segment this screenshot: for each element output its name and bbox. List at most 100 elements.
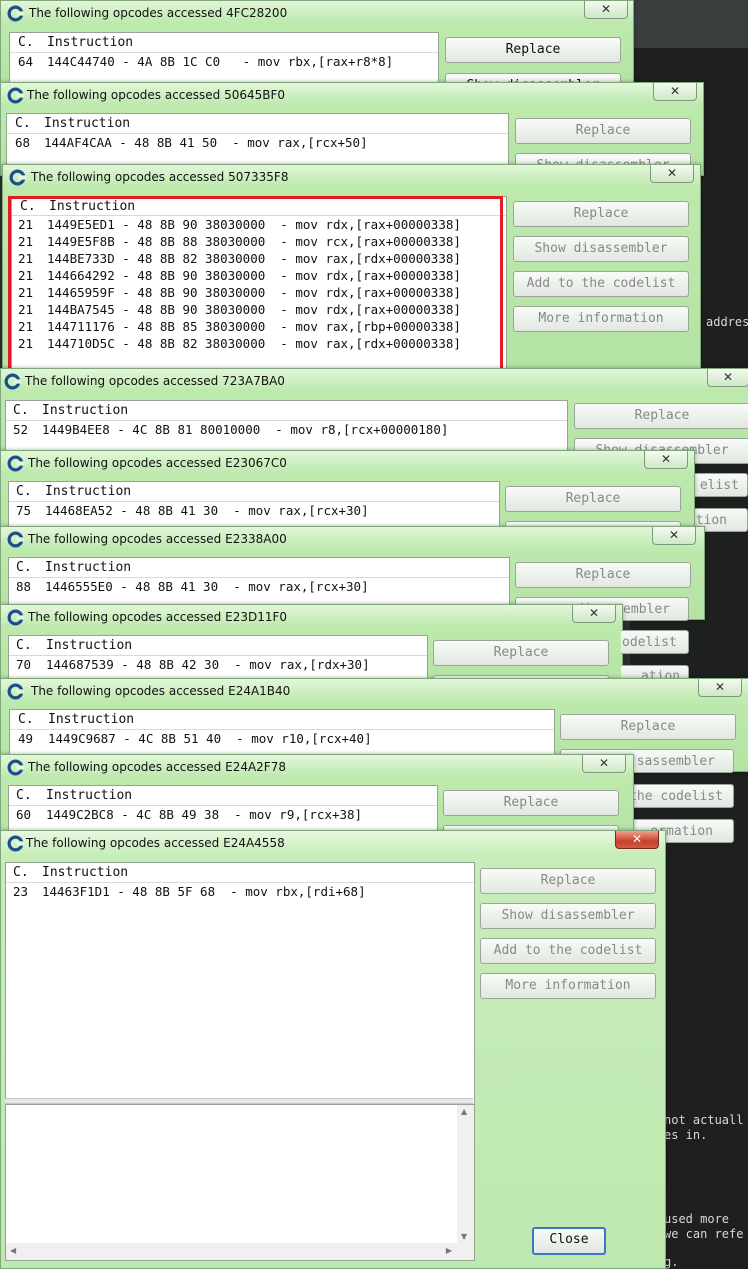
list-item[interactable]: 88 1446555E0 - 48 8B 41 30 - mov rax,[rcx… bbox=[9, 578, 509, 595]
replace-button[interactable]: Replace bbox=[433, 640, 609, 666]
list-header: C. Instruction bbox=[9, 786, 437, 806]
list-item[interactable]: 70 144687539 - 48 8B 42 30 - mov rax,[rdx… bbox=[9, 656, 427, 673]
add-to-codelist-button[interactable]: Add to the codelist bbox=[480, 938, 656, 964]
replace-button[interactable]: Replace bbox=[560, 714, 736, 740]
horizontal-scrollbar[interactable]: ◀ ▶ bbox=[6, 1243, 474, 1260]
show-disassembler-button[interactable]: Show disassembler bbox=[513, 236, 689, 262]
cheat-engine-icon bbox=[7, 531, 24, 548]
list-item[interactable]: 23 14463F1D1 - 48 8B 5F 68 - mov rbx,[rdi… bbox=[6, 883, 474, 900]
close-icon[interactable]: ✕ bbox=[650, 165, 694, 183]
count-column-header[interactable]: C. bbox=[13, 865, 29, 880]
instruction-column-header[interactable]: Instruction bbox=[46, 788, 132, 803]
replace-button[interactable]: Replace bbox=[445, 37, 621, 63]
close-button[interactable]: Close bbox=[532, 1227, 606, 1255]
cheat-engine-icon bbox=[7, 455, 24, 472]
instruction-column-header[interactable]: Instruction bbox=[48, 712, 134, 727]
window-title: The following opcodes accessed E23067C0 bbox=[28, 456, 287, 470]
count-column-header[interactable]: C. bbox=[13, 403, 29, 418]
window-title: The following opcodes accessed 723A7BA0 bbox=[25, 374, 285, 388]
window-title: The following opcodes accessed 50645BF0 bbox=[27, 88, 286, 102]
opcodes-window-4FC28200: The following opcodes accessed 4FC28200 … bbox=[0, 0, 634, 99]
count-column-header[interactable]: C. bbox=[15, 116, 31, 131]
close-icon[interactable]: ✕ bbox=[707, 369, 748, 387]
replace-button[interactable]: Replace bbox=[443, 790, 619, 816]
list-header: C. Instruction bbox=[9, 558, 509, 578]
replace-button[interactable]: Replace bbox=[574, 403, 748, 429]
details-text-area[interactable]: ▲ ▼ ◀ ▶ bbox=[5, 1104, 475, 1261]
instruction-column-header[interactable]: Instruction bbox=[42, 865, 128, 880]
close-icon[interactable]: ✕ bbox=[644, 451, 688, 469]
window-title: The following opcodes accessed E24A1B40 bbox=[31, 684, 291, 698]
instruction-column-header[interactable]: Instruction bbox=[47, 35, 133, 50]
instruction-column-header[interactable]: Instruction bbox=[42, 403, 128, 418]
instruction-column-header[interactable]: Instruction bbox=[45, 484, 131, 499]
close-icon[interactable]: ✕ bbox=[584, 1, 628, 19]
window-title: The following opcodes accessed E24A4558 bbox=[26, 836, 285, 850]
scroll-down-icon[interactable]: ▼ bbox=[461, 1232, 467, 1241]
list-item[interactable]: 64 144C44740 - 4A 8B 1C C0 - mov rbx,[rax… bbox=[10, 53, 438, 70]
cheat-engine-icon bbox=[7, 609, 24, 626]
instruction-column-header[interactable]: Instruction bbox=[44, 116, 130, 131]
close-icon[interactable]: ✕ bbox=[615, 831, 659, 849]
list-item[interactable]: 52 1449B4EE8 - 4C 8B 81 80010000 - mov r8… bbox=[6, 421, 567, 438]
show-disassembler-button[interactable]: Show disassembler bbox=[480, 903, 656, 929]
title-bar[interactable]: The following opcodes accessed 723A7BA0 … bbox=[1, 369, 748, 395]
more-information-button[interactable]: ation bbox=[621, 665, 689, 679]
background-text: g. bbox=[664, 1255, 679, 1269]
background-text: es in. bbox=[664, 1128, 708, 1142]
count-column-header[interactable]: C. bbox=[16, 560, 32, 575]
count-column-header[interactable]: C. bbox=[16, 788, 32, 803]
scroll-left-icon[interactable]: ◀ bbox=[10, 1246, 16, 1255]
instruction-column-header[interactable]: Instruction bbox=[45, 560, 131, 575]
background-text: not actuall bbox=[664, 1113, 744, 1127]
opcodes-window-723A7BA0: The following opcodes accessed 723A7BA0 … bbox=[0, 368, 748, 532]
title-bar[interactable]: The following opcodes accessed E23067C0 … bbox=[1, 451, 694, 477]
replace-button[interactable]: Replace bbox=[480, 868, 656, 894]
more-information-button[interactable]: More information bbox=[513, 306, 689, 332]
list-item[interactable]: 75 14468EA52 - 48 8B 41 30 - mov rax,[rcx… bbox=[9, 502, 499, 519]
list-item[interactable]: 60 1449C2BC8 - 4C 8B 49 38 - mov r9,[rcx+… bbox=[9, 806, 437, 823]
scroll-up-icon[interactable]: ▲ bbox=[461, 1107, 467, 1116]
list-item[interactable]: 49 1449C9687 - 4C 8B 51 40 - mov r10,[rcx… bbox=[10, 730, 554, 747]
scroll-right-icon[interactable]: ▶ bbox=[446, 1246, 452, 1255]
close-icon[interactable]: ✕ bbox=[572, 605, 616, 623]
list-header: C. Instruction bbox=[10, 710, 554, 730]
cheat-engine-icon bbox=[7, 759, 24, 776]
close-icon[interactable]: ✕ bbox=[698, 679, 742, 697]
close-icon[interactable]: ✕ bbox=[582, 755, 626, 773]
more-information-button[interactable]: More information bbox=[480, 973, 656, 999]
window-title: The following opcodes accessed 507335F8 bbox=[31, 170, 289, 184]
title-bar[interactable]: The following opcodes accessed 507335F8 … bbox=[3, 165, 700, 191]
count-column-header[interactable]: C. bbox=[16, 484, 32, 499]
close-icon[interactable]: ✕ bbox=[652, 527, 696, 545]
list-header: C. Instruction bbox=[9, 636, 427, 656]
title-bar[interactable]: The following opcodes accessed E24A4558 … bbox=[1, 831, 665, 857]
background-text: we can refe bbox=[664, 1227, 744, 1241]
title-bar[interactable]: The following opcodes accessed E2338A00 … bbox=[1, 527, 704, 553]
add-to-codelist-button[interactable]: odelist bbox=[621, 630, 689, 654]
list-item[interactable]: 68 144AF4CAA - 48 8B 41 50 - mov rax,[rcx… bbox=[7, 134, 508, 151]
list-header: C. Instruction bbox=[10, 33, 438, 53]
replace-button[interactable]: Replace bbox=[513, 201, 689, 227]
replace-button[interactable]: Replace bbox=[515, 118, 691, 144]
vertical-scrollbar[interactable]: ▲ ▼ bbox=[457, 1105, 474, 1243]
red-highlight-box bbox=[8, 196, 503, 372]
close-icon[interactable]: ✕ bbox=[653, 83, 697, 101]
title-bar[interactable]: The following opcodes accessed 4FC28200 … bbox=[1, 1, 633, 27]
list-header: C. Instruction bbox=[9, 482, 499, 502]
title-bar[interactable]: The following opcodes accessed E23D11F0 … bbox=[1, 605, 622, 631]
title-bar[interactable]: The following opcodes accessed E24A2F78 … bbox=[1, 755, 633, 781]
add-to-codelist-button[interactable]: Add to the codelist bbox=[513, 271, 689, 297]
count-column-header[interactable]: C. bbox=[18, 35, 34, 50]
replace-button[interactable]: Replace bbox=[505, 486, 681, 512]
title-bar[interactable]: The following opcodes accessed 50645BF0 … bbox=[1, 83, 703, 109]
window-title: The following opcodes accessed E23D11F0 bbox=[28, 610, 288, 624]
count-column-header[interactable]: C. bbox=[16, 638, 32, 653]
replace-button[interactable]: Replace bbox=[515, 562, 691, 588]
window-title: The following opcodes accessed 4FC28200 bbox=[29, 6, 288, 20]
window-title: The following opcodes accessed E2338A00 bbox=[28, 532, 287, 546]
instruction-column-header[interactable]: Instruction bbox=[46, 638, 132, 653]
count-column-header[interactable]: C. bbox=[18, 712, 34, 727]
opcode-list[interactable]: C. Instruction 23 14463F1D1 - 48 8B 5F 68 … bbox=[5, 862, 475, 1129]
title-bar[interactable]: The following opcodes accessed E24A1B40 … bbox=[1, 679, 748, 705]
